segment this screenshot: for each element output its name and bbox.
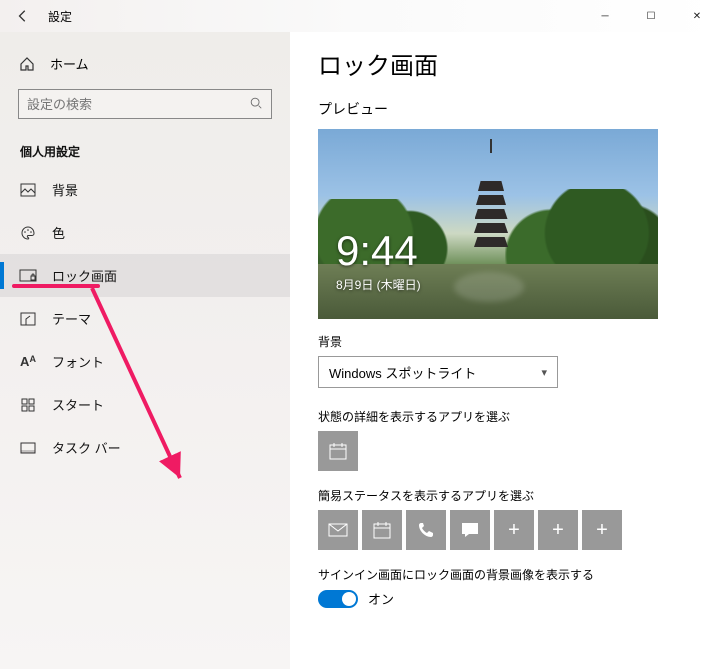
sidebar-item-label: 背景 [52, 180, 78, 199]
picture-icon [18, 183, 38, 197]
theme-icon [18, 312, 38, 326]
home-button[interactable]: ホーム [0, 48, 290, 83]
sidebar-item-label: タスク バー [52, 438, 121, 457]
titlebar: 設定 ─ ☐ ✕ [0, 0, 720, 32]
search-box[interactable] [18, 89, 272, 119]
preview-clock: 9:44 8月9日 (木曜日) [336, 230, 421, 293]
sidebar-item-label: ロック画面 [52, 266, 117, 285]
sidebar-item-themes[interactable]: テーマ [0, 297, 290, 340]
dropdown-value: Windows スポットライト [329, 363, 476, 382]
back-button[interactable] [8, 1, 38, 31]
background-label: 背景 [318, 333, 720, 350]
sidebar-item-label: 色 [52, 223, 65, 242]
quick-status-slot[interactable] [362, 510, 402, 550]
mail-icon [328, 523, 348, 537]
sidebar: ホーム 個人用設定 背景 色 ロック画面 テーマ AA フォント [0, 32, 290, 669]
sidebar-item-taskbar[interactable]: タスク バー [0, 426, 290, 469]
quick-status-slot[interactable] [450, 510, 490, 550]
search-icon [249, 96, 263, 113]
search-input[interactable] [27, 97, 249, 112]
phone-icon [417, 521, 435, 539]
sidebar-item-lockscreen[interactable]: ロック画面 [0, 254, 290, 297]
lockscreen-icon [18, 269, 38, 283]
background-dropdown[interactable]: Windows スポットライト ▾ [318, 356, 558, 388]
quick-status-slot[interactable] [406, 510, 446, 550]
plus-icon: + [552, 519, 564, 542]
window-title: 設定 [48, 8, 72, 25]
home-icon [18, 56, 36, 72]
detailed-status-label: 状態の詳細を表示するアプリを選ぶ [318, 408, 720, 425]
taskbar-icon [18, 442, 38, 454]
sidebar-item-fonts[interactable]: AA フォント [0, 340, 290, 383]
close-button[interactable]: ✕ [674, 0, 720, 32]
signin-bg-label: サインイン画面にロック画面の背景画像を表示する [318, 566, 720, 583]
signin-bg-toggle[interactable]: オン [318, 589, 720, 608]
calendar-icon [328, 441, 348, 461]
chat-icon [461, 522, 479, 538]
preview-time: 9:44 [336, 230, 421, 272]
quick-status-slot-empty[interactable]: + [538, 510, 578, 550]
quick-status-slot[interactable] [318, 510, 358, 550]
plus-icon: + [596, 519, 608, 542]
page-title: ロック画面 [318, 46, 720, 81]
home-label: ホーム [50, 54, 89, 73]
maximize-button[interactable]: ☐ [628, 0, 674, 32]
sidebar-item-label: スタート [52, 395, 104, 414]
detailed-status-app-button[interactable] [318, 431, 358, 471]
preview-date: 8月9日 (木曜日) [336, 276, 421, 293]
sidebar-item-label: テーマ [52, 309, 91, 328]
quick-status-slot-empty[interactable]: + [494, 510, 534, 550]
sidebar-item-background[interactable]: 背景 [0, 168, 290, 211]
quick-status-label: 簡易ステータスを表示するアプリを選ぶ [318, 487, 720, 504]
sidebar-item-label: フォント [52, 352, 104, 371]
start-icon [18, 398, 38, 412]
category-header: 個人用設定 [0, 133, 290, 168]
calendar-icon [372, 520, 392, 540]
toggle-switch-icon [318, 590, 358, 608]
window-controls: ─ ☐ ✕ [582, 0, 720, 32]
chevron-down-icon: ▾ [541, 366, 547, 379]
quick-status-row: + + + [318, 510, 720, 550]
sidebar-item-colors[interactable]: 色 [0, 211, 290, 254]
toggle-state-text: オン [368, 589, 394, 608]
quick-status-slot-empty[interactable]: + [582, 510, 622, 550]
sidebar-item-start[interactable]: スタート [0, 383, 290, 426]
main-content: ロック画面 プレビュー 9:44 8月9日 (木曜日) 背景 Windows ス… [290, 32, 720, 669]
lockscreen-preview[interactable]: 9:44 8月9日 (木曜日) [318, 129, 658, 319]
font-icon: AA [18, 354, 38, 369]
palette-icon [18, 225, 38, 241]
minimize-button[interactable]: ─ [582, 0, 628, 32]
arrow-left-icon [16, 9, 30, 23]
plus-icon: + [508, 519, 520, 542]
preview-label: プレビュー [318, 99, 720, 119]
